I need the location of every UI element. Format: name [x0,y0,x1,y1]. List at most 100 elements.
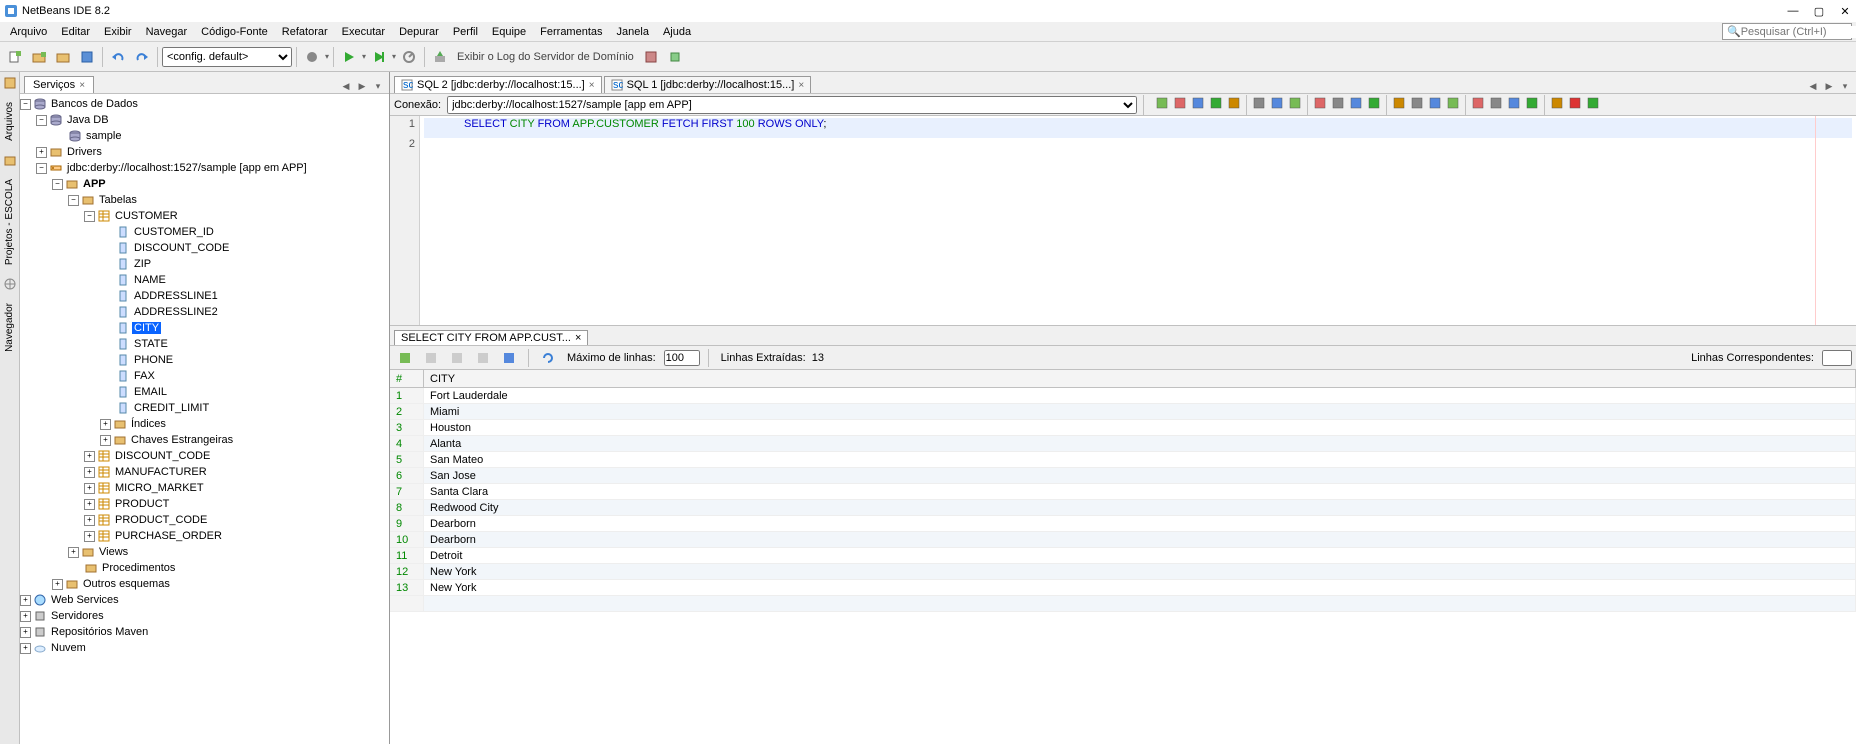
close-button[interactable]: ✕ [1838,4,1852,18]
sql-tool-13[interactable] [1409,95,1425,111]
editor-tabs-left[interactable]: ◀ [1806,79,1820,93]
tree-twister[interactable]: − [84,211,95,222]
services-tab[interactable]: Serviços × [24,76,94,93]
panel-left-button[interactable]: ◀ [339,79,353,93]
undo-button[interactable] [107,46,129,68]
tree-twister[interactable]: + [84,531,95,542]
connection-select[interactable]: jdbc:derby://localhost:1527/sample [app … [447,96,1137,114]
table-row[interactable]: 8Redwood City [390,500,1856,516]
sql-tool-3[interactable] [1208,95,1224,111]
tree-twister[interactable]: + [20,643,31,654]
projects-dock-icon[interactable] [3,153,17,167]
tree-twister[interactable]: − [20,99,31,110]
table-row[interactable]: 1Fort Lauderdale [390,388,1856,404]
matching-rows-input[interactable] [1822,350,1852,366]
sql-tool-6[interactable] [1269,95,1285,111]
navigator-dock-tab[interactable]: Navegador [2,299,17,356]
tree-twister[interactable]: + [84,499,95,510]
server-icon-1[interactable] [640,46,662,68]
menu-perfil[interactable]: Perfil [447,24,484,40]
menu-executar[interactable]: Executar [336,24,391,40]
panel-menu-button[interactable]: ▾ [371,79,385,93]
redo-button[interactable] [131,46,153,68]
projects-dock-tab[interactable]: Projetos - ESCOLA [2,175,17,269]
deploy-button[interactable] [429,46,451,68]
sql-tool-16[interactable] [1470,95,1486,111]
navigator-dock-icon[interactable] [3,277,17,291]
tree-twister[interactable]: − [36,115,47,126]
tree-twister[interactable]: + [84,451,95,462]
menu-equipe[interactable]: Equipe [486,24,532,40]
result-cancel-button[interactable] [498,347,520,369]
tree-twister[interactable]: + [84,515,95,526]
sql-tool-9[interactable] [1330,95,1346,111]
result-tab-close[interactable]: × [575,332,581,344]
table-row[interactable]: 3Houston [390,420,1856,436]
editor-tabs-right[interactable]: ▶ [1822,79,1836,93]
tree-twister[interactable]: + [20,627,31,638]
table-row[interactable]: 12New York [390,564,1856,580]
editor-tabs-menu[interactable]: ▾ [1838,79,1852,93]
sql-tool-10[interactable] [1348,95,1364,111]
col-header-num[interactable]: # [390,370,424,387]
new-file-button[interactable] [4,46,26,68]
files-dock-tab[interactable]: Arquivos [2,98,17,145]
tree-twister[interactable]: + [84,483,95,494]
menu-código-fonte[interactable]: Código-Fonte [195,24,274,40]
editor-tab-close[interactable]: × [798,80,804,91]
menu-exibir[interactable]: Exibir [98,24,138,40]
tree-twister[interactable]: − [36,163,47,174]
table-row[interactable]: 9Dearborn [390,516,1856,532]
sql-tool-17[interactable] [1488,95,1504,111]
services-tree[interactable]: −Bancos de Dados−Java DBsample+Drivers−j… [20,94,389,744]
sql-tool-22[interactable] [1585,95,1601,111]
maximize-button[interactable]: ▢ [1812,4,1826,18]
table-row[interactable]: 10Dearborn [390,532,1856,548]
sql-tool-5[interactable] [1251,95,1267,111]
sql-tool-8[interactable] [1312,95,1328,111]
menu-ajuda[interactable]: Ajuda [657,24,697,40]
sql-tool-19[interactable] [1524,95,1540,111]
sql-tool-12[interactable] [1391,95,1407,111]
max-rows-input[interactable] [664,350,700,366]
tree-twister[interactable]: + [20,595,31,606]
menu-janela[interactable]: Janela [611,24,655,40]
services-tab-close[interactable]: × [79,80,85,91]
editor-tab-sql2[interactable]: sql SQL 2 [jdbc:derby://localhost:15...]… [394,76,602,93]
table-row[interactable]: 13New York [390,580,1856,596]
search-input[interactable] [1741,26,1856,38]
save-all-button[interactable] [76,46,98,68]
tree-twister[interactable]: − [52,179,63,190]
open-button[interactable] [52,46,74,68]
run-button[interactable] [338,46,360,68]
tree-twister[interactable]: + [84,467,95,478]
menu-ferramentas[interactable]: Ferramentas [534,24,608,40]
server-icon-2[interactable] [664,46,686,68]
sql-tool-7[interactable] [1287,95,1303,111]
result-refresh-button[interactable] [537,347,559,369]
tree-twister[interactable]: + [36,147,47,158]
server-log-label[interactable]: Exibir o Log do Servidor de Domínio [453,51,638,63]
editor-tab-close[interactable]: × [589,80,595,91]
tree-twister[interactable]: + [100,435,111,446]
global-search[interactable]: 🔍 [1722,23,1852,40]
table-row[interactable]: 2Miami [390,404,1856,420]
sql-tool-18[interactable] [1506,95,1522,111]
table-row[interactable]: 7Santa Clara [390,484,1856,500]
debug-button[interactable] [368,46,390,68]
table-row[interactable]: 11Detroit [390,548,1856,564]
table-row[interactable]: 6San Jose [390,468,1856,484]
result-grid[interactable]: # CITY 1Fort Lauderdale2Miami3Houston4Al… [390,370,1856,744]
code-content[interactable]: SELECT CITY FROM APP.CUSTOMER FETCH FIRS… [420,116,1856,325]
menu-depurar[interactable]: Depurar [393,24,445,40]
editor-tab-sql1[interactable]: sql SQL 1 [jdbc:derby://localhost:15...]… [604,76,812,93]
sql-editor[interactable]: 1 2 SELECT CITY FROM APP.CUSTOMER FETCH … [390,116,1856,326]
col-header-city[interactable]: CITY [424,370,1856,387]
minimize-button[interactable]: — [1786,4,1800,18]
result-commit-button[interactable] [446,347,468,369]
build-button[interactable] [301,46,323,68]
result-truncate-button[interactable] [472,347,494,369]
table-row[interactable]: 4Alanta [390,436,1856,452]
tree-twister[interactable]: + [52,579,63,590]
tree-twister[interactable]: − [68,195,79,206]
